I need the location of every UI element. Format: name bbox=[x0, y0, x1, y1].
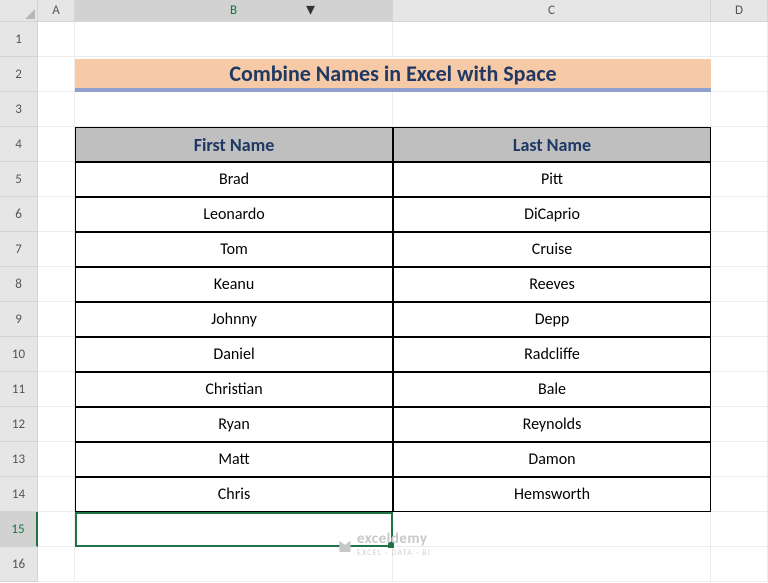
table-cell[interactable]: Chris bbox=[75, 477, 393, 512]
table-cell[interactable]: Daniel bbox=[75, 337, 393, 372]
cell[interactable] bbox=[38, 162, 75, 197]
table-cell[interactable]: Tom bbox=[75, 232, 393, 267]
cell[interactable] bbox=[711, 267, 768, 302]
col-header-B[interactable]: B bbox=[75, 0, 393, 22]
table-cell[interactable]: Damon bbox=[393, 442, 711, 477]
cell[interactable] bbox=[38, 477, 75, 512]
table-header-last[interactable]: Last Name bbox=[393, 127, 711, 162]
cell[interactable] bbox=[711, 512, 768, 547]
title-banner[interactable]: Combine Names in Excel with Space bbox=[75, 59, 711, 92]
cell[interactable] bbox=[711, 337, 768, 372]
cell[interactable] bbox=[38, 547, 75, 582]
row-header-2[interactable]: 2 bbox=[0, 57, 38, 92]
table-cell[interactable]: Bale bbox=[393, 372, 711, 407]
cell[interactable] bbox=[711, 442, 768, 477]
col-header-D[interactable]: D bbox=[711, 0, 768, 22]
table-cell[interactable]: Pitt bbox=[393, 162, 711, 197]
cell[interactable] bbox=[38, 442, 75, 477]
cell[interactable] bbox=[75, 92, 393, 127]
row-header-1[interactable]: 1 bbox=[0, 22, 38, 57]
row-header-16[interactable]: 16 bbox=[0, 547, 38, 582]
cell[interactable] bbox=[75, 22, 393, 57]
row-header-4[interactable]: 4 bbox=[0, 127, 38, 162]
col-header-C[interactable]: C bbox=[393, 0, 711, 22]
cell[interactable] bbox=[38, 232, 75, 267]
cell[interactable] bbox=[711, 407, 768, 442]
cell[interactable] bbox=[38, 372, 75, 407]
row-header-3[interactable]: 3 bbox=[0, 92, 38, 127]
table-cell[interactable]: Radcliffe bbox=[393, 337, 711, 372]
cell[interactable] bbox=[711, 372, 768, 407]
cell[interactable] bbox=[38, 57, 75, 92]
table-cell[interactable]: DiCaprio bbox=[393, 197, 711, 232]
row-header-13[interactable]: 13 bbox=[0, 442, 38, 477]
column-width-handle-icon: ▾ bbox=[306, 0, 315, 20]
cell[interactable] bbox=[38, 92, 75, 127]
cell[interactable] bbox=[711, 232, 768, 267]
cell[interactable] bbox=[75, 512, 393, 547]
row-header-10[interactable]: 10 bbox=[0, 337, 38, 372]
cell[interactable] bbox=[711, 197, 768, 232]
table-cell[interactable]: Depp bbox=[393, 302, 711, 337]
cell[interactable] bbox=[38, 512, 75, 547]
cell[interactable] bbox=[38, 197, 75, 232]
cell[interactable] bbox=[711, 162, 768, 197]
cell[interactable] bbox=[38, 127, 75, 162]
cell[interactable] bbox=[75, 547, 393, 582]
table-cell[interactable]: Leonardo bbox=[75, 197, 393, 232]
table-cell[interactable]: Keanu bbox=[75, 267, 393, 302]
cell[interactable] bbox=[711, 22, 768, 57]
cell[interactable] bbox=[393, 547, 711, 582]
cell[interactable] bbox=[711, 547, 768, 582]
cell[interactable] bbox=[38, 267, 75, 302]
cell[interactable] bbox=[38, 22, 75, 57]
cell[interactable] bbox=[711, 92, 768, 127]
cell[interactable] bbox=[711, 57, 768, 92]
select-all-corner[interactable] bbox=[0, 0, 38, 22]
cell[interactable] bbox=[38, 407, 75, 442]
cell[interactable] bbox=[711, 477, 768, 512]
row-header-8[interactable]: 8 bbox=[0, 267, 38, 302]
cell[interactable] bbox=[38, 337, 75, 372]
spreadsheet-grid: A B C D 1 2 3 4 5 6 7 8 9 10 11 12 13 14… bbox=[0, 0, 768, 583]
row-header-9[interactable]: 9 bbox=[0, 302, 38, 337]
cell[interactable] bbox=[711, 127, 768, 162]
table-cell[interactable]: Reynolds bbox=[393, 407, 711, 442]
cell[interactable] bbox=[393, 22, 711, 57]
row-header-6[interactable]: 6 bbox=[0, 197, 38, 232]
cell[interactable] bbox=[393, 92, 711, 127]
table-cell[interactable]: Ryan bbox=[75, 407, 393, 442]
row-header-11[interactable]: 11 bbox=[0, 372, 38, 407]
row-header-12[interactable]: 12 bbox=[0, 407, 38, 442]
row-header-5[interactable]: 5 bbox=[0, 162, 38, 197]
row-header-7[interactable]: 7 bbox=[0, 232, 38, 267]
cell[interactable] bbox=[393, 512, 711, 547]
row-header-15[interactable]: 15 bbox=[0, 512, 38, 547]
table-header-first[interactable]: First Name bbox=[75, 127, 393, 162]
table-cell[interactable]: Johnny bbox=[75, 302, 393, 337]
table-cell[interactable]: Matt bbox=[75, 442, 393, 477]
table-cell[interactable]: Cruise bbox=[393, 232, 711, 267]
col-header-A[interactable]: A bbox=[38, 0, 75, 22]
table-cell[interactable]: Hemsworth bbox=[393, 477, 711, 512]
table-cell[interactable]: Brad bbox=[75, 162, 393, 197]
row-header-14[interactable]: 14 bbox=[0, 477, 38, 512]
table-cell[interactable]: Reeves bbox=[393, 267, 711, 302]
cell[interactable] bbox=[38, 302, 75, 337]
cell[interactable] bbox=[711, 302, 768, 337]
table-cell[interactable]: Christian bbox=[75, 372, 393, 407]
